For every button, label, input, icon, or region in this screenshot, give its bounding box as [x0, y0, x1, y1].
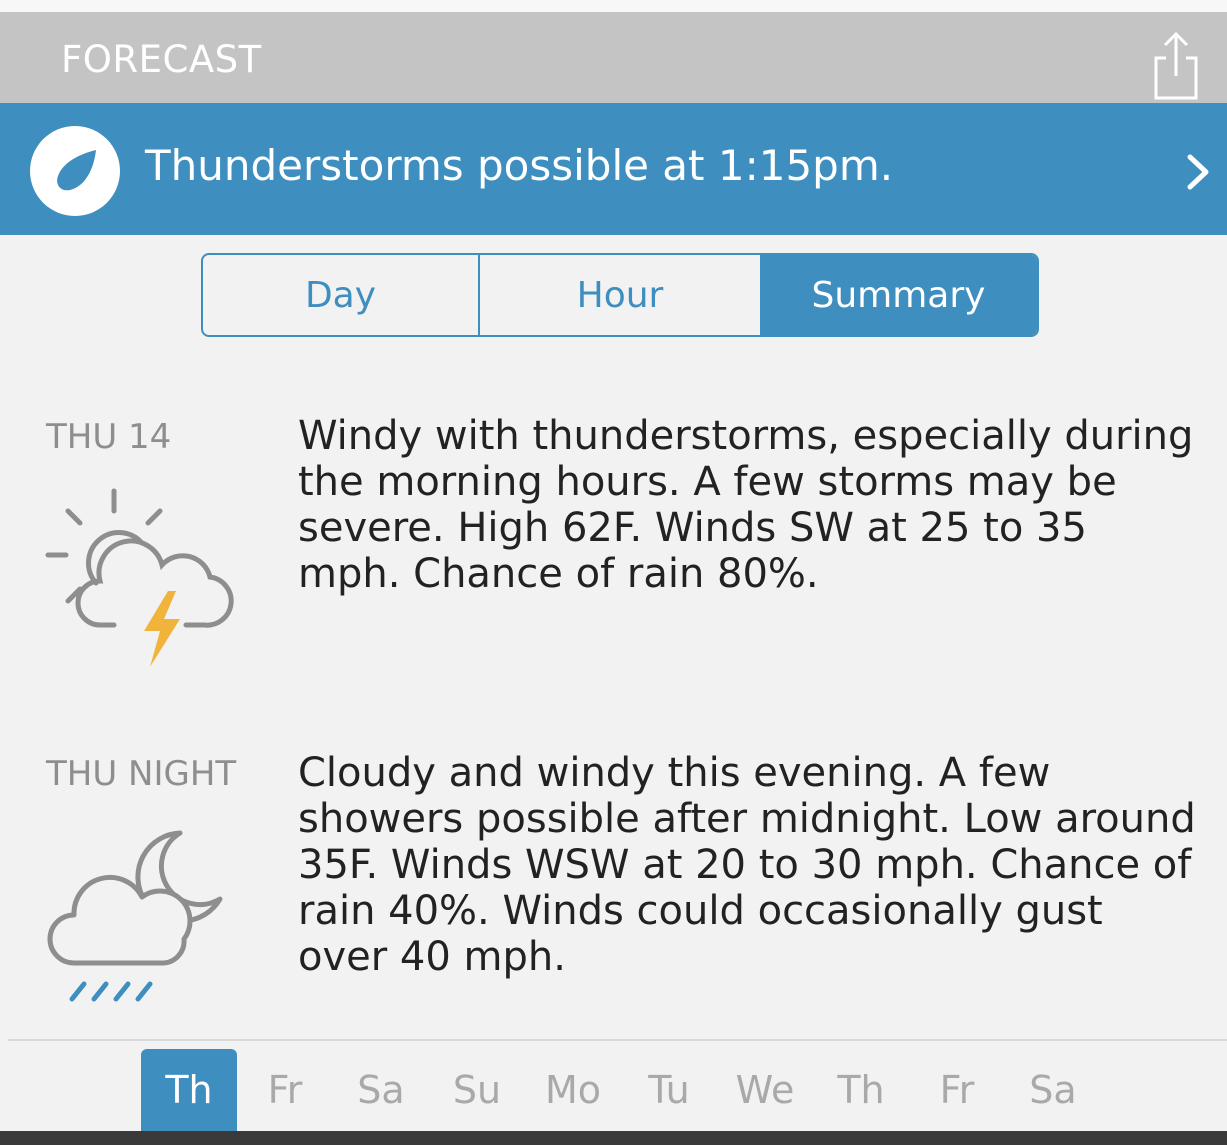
day-tab[interactable]: Sa	[1005, 1049, 1101, 1131]
period-label-night: THU NIGHT	[46, 754, 237, 794]
share-button[interactable]	[1150, 28, 1202, 100]
tab-hour[interactable]: Hour	[480, 255, 760, 335]
day-tab[interactable]: Tu	[621, 1049, 717, 1131]
day-tab[interactable]: Th	[141, 1049, 237, 1131]
forecast-view-tabs: Day Hour Summary	[201, 253, 1039, 337]
partly-sunny-thunderstorm-icon	[45, 488, 234, 667]
alert-message: Thunderstorms possible at 1:15pm.	[145, 141, 894, 190]
raindrop-icon	[30, 126, 120, 216]
bottom-bar	[0, 1131, 1227, 1145]
day-tab[interactable]: Sa	[333, 1049, 429, 1131]
night-cloud-rain-icon	[47, 830, 223, 1002]
weather-alert-banner[interactable]: Thunderstorms possible at 1:15pm.	[0, 103, 1227, 235]
day-tab[interactable]: Fr	[909, 1049, 1005, 1131]
app-header: FORECAST	[0, 12, 1227, 103]
day-selector: Th Fr Sa Su Mo Tu We Th Fr Sa	[0, 1041, 1227, 1131]
day-tab[interactable]: Mo	[525, 1049, 621, 1131]
period-summary-night: Cloudy and windy this evening. A few sho…	[298, 750, 1196, 980]
share-icon	[1154, 31, 1198, 100]
day-tab[interactable]: Th	[813, 1049, 909, 1131]
chevron-right-icon	[1187, 154, 1209, 190]
page-title: FORECAST	[61, 38, 262, 81]
period-summary-day: Windy with thunderstorms, especially dur…	[298, 413, 1194, 597]
day-tab[interactable]: We	[717, 1049, 813, 1131]
status-strip	[0, 0, 1227, 12]
tab-day[interactable]: Day	[203, 255, 480, 335]
period-label-day: THU 14	[46, 417, 172, 457]
day-tab[interactable]: Su	[429, 1049, 525, 1131]
day-tab[interactable]: Fr	[237, 1049, 333, 1131]
tab-summary[interactable]: Summary	[760, 255, 1037, 335]
